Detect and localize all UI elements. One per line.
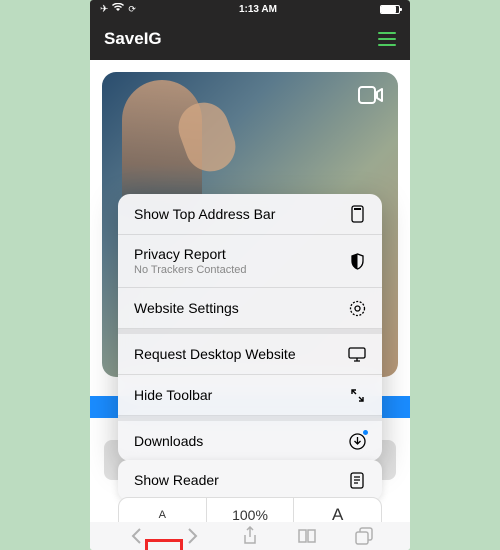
badge-dot [363,430,368,435]
menu-label: Request Desktop Website [134,346,296,362]
menu-show-top-bar[interactable]: Show Top Address Bar [118,194,382,235]
bookmarks-button[interactable] [296,525,318,547]
menu-label: Hide Toolbar [134,387,212,403]
tabs-button[interactable] [353,525,375,547]
expand-icon [348,386,366,404]
menu-sublabel: No Trackers Contacted [134,264,247,276]
menu-privacy-report[interactable]: Privacy Report No Trackers Contacted [118,235,382,288]
wifi-icon [112,3,124,15]
brand-logo: SaveIG [104,29,162,49]
annotation-highlight [145,539,183,550]
menu-request-desktop[interactable]: Request Desktop Website [118,329,382,375]
menu-label: Downloads [134,433,203,449]
desktop-icon [348,345,366,363]
menu-label: Website Settings [134,300,239,316]
status-bar: ✈ ⟳ 1:13 AM [90,0,410,18]
hamburger-menu-icon[interactable] [378,32,396,46]
loading-icon: ⟳ [128,4,136,15]
bottom-toolbar [90,522,410,550]
airplane-icon: ✈ [100,4,108,15]
download-icon [348,432,366,450]
menu-downloads[interactable]: Downloads [118,416,382,461]
menu-label: Show Reader [134,472,219,488]
aa-menu: Show Top Address Bar Privacy Report No T… [118,194,382,461]
menu-label: Show Top Address Bar [134,206,275,222]
menu-label: Privacy Report [134,246,247,262]
gear-icon [348,299,366,317]
battery-icon [380,5,400,14]
menu-show-reader[interactable]: Show Reader [118,460,382,500]
reader-icon [348,471,366,489]
app-header: SaveIG [90,18,410,60]
video-icon [358,86,384,109]
share-button[interactable] [239,525,261,547]
phone-frame: ✈ ⟳ 1:13 AM SaveIG Show Top Address Bar [90,0,410,550]
menu-hide-toolbar[interactable]: Hide Toolbar [118,375,382,416]
top-bar-icon [348,205,366,223]
menu-website-settings[interactable]: Website Settings [118,288,382,329]
shield-icon [348,252,366,270]
clock: 1:13 AM [239,4,277,15]
forward-button[interactable] [182,525,204,547]
